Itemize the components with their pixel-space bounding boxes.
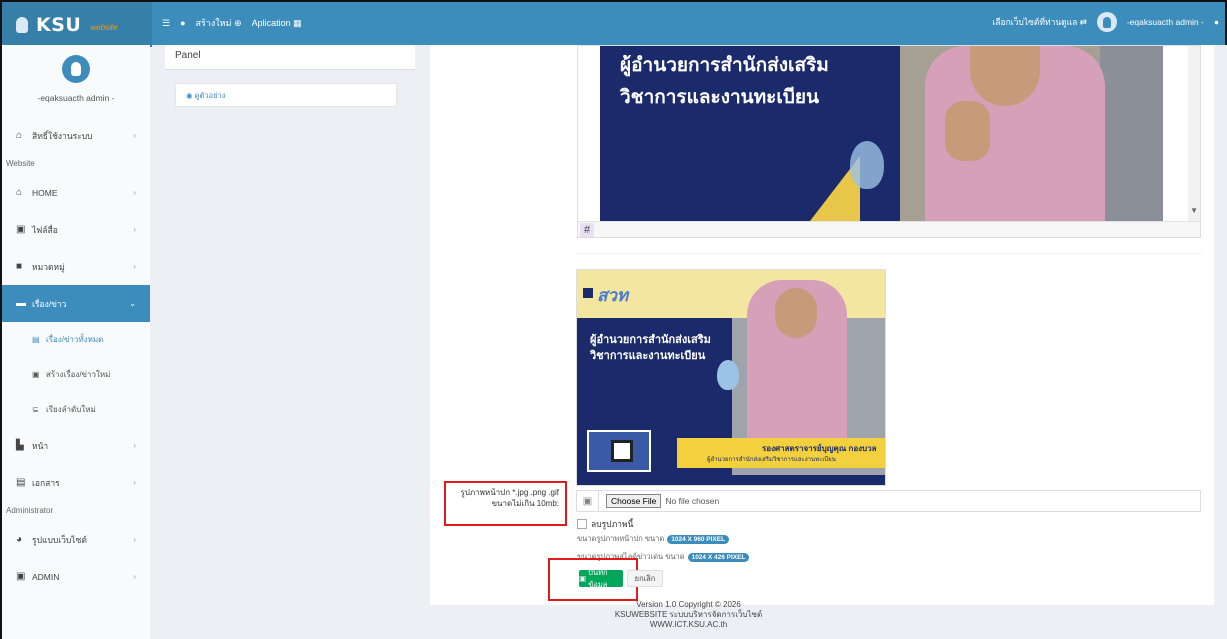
list-icon: ▤ <box>32 335 40 344</box>
sidebar-subitem-reorder[interactable]: ⊆ เรียงลำดับใหม่ <box>2 392 150 427</box>
divider <box>577 253 1201 254</box>
cover-image-label: รูปภาพหน้าปก *.jpg .png .gif ขนาดไม่เกิน… <box>444 481 567 526</box>
scroll-down-icon[interactable]: ▼ <box>1190 206 1198 215</box>
cover-image-preview: สวท ผู้อำนวยการสำนักส่งเสริม วิชาการและง… <box>576 269 886 486</box>
document-icon: ▤ <box>16 477 26 488</box>
settings-icon[interactable]: ● <box>1214 17 1219 27</box>
panel-title: Panel <box>175 50 201 61</box>
droplet-logo <box>717 360 739 390</box>
droplet-logo <box>850 141 884 189</box>
cover-size-hint: ขนาดรูปภาพหน้าปก ขนาด 1024 X 960 PIXEL <box>577 533 730 545</box>
user-menu[interactable]: -eqaksuacth admin - <box>1127 17 1204 27</box>
save-button[interactable]: ▣ บันทึกข้อมูล <box>579 568 623 589</box>
preview-link[interactable]: ◉ ดูตัวอย่าง <box>175 83 397 107</box>
chevron-right-icon: › <box>133 131 136 140</box>
logo-subtext: website <box>90 23 118 32</box>
image-icon: ▣ <box>16 224 26 235</box>
panel-header: Panel <box>165 45 415 70</box>
sidebar-item-pages[interactable]: ▙ หน้า › <box>2 427 150 464</box>
editor-scrollbar[interactable]: ▼ <box>1188 46 1200 224</box>
cancel-button[interactable]: ยกเลิก <box>627 570 663 587</box>
top-menu: ☰ ● สร้างใหม่ ⊕ Aplication ▦ <box>162 16 302 30</box>
chevron-right-icon: › <box>133 535 136 544</box>
chevron-right-icon: › <box>133 572 136 581</box>
hash-icon[interactable]: # <box>580 223 594 237</box>
editor-banner-image: ผู้อำนวยการสำนักส่งเสริม วิชาการและงานทะ… <box>600 46 1163 221</box>
theme-icon: ◕ <box>16 534 23 545</box>
admin-icon: ▣ <box>16 571 26 582</box>
hamburger-icon[interactable]: ☰ <box>162 18 170 29</box>
chevron-right-icon: › <box>133 441 136 450</box>
banner-title: ผู้อำนวยการสำนักส่งเสริม วิชาการและงานทะ… <box>590 334 711 362</box>
sidebar-subitem-create-news[interactable]: ▣ สร้างเรื่อง/ข่าวใหม่ <box>2 357 150 392</box>
news-icon: ▬ <box>16 298 26 309</box>
new-icon: ● <box>180 18 186 28</box>
user-avatar[interactable] <box>1096 12 1117 32</box>
chevron-right-icon: › <box>133 478 136 487</box>
page-footer: Version 1.0 Copyright © 2026 KSUWEBSITE … <box>150 600 1227 630</box>
avatar <box>62 55 90 83</box>
building-icon <box>583 288 593 298</box>
add-file-icon: ▣ <box>32 370 40 379</box>
qr-code-card <box>587 430 651 472</box>
sidebar-header-administrator: Administrator <box>6 506 54 515</box>
chevron-right-icon: › <box>133 188 136 197</box>
size-badge: 1024 X 960 PIXEL <box>667 534 730 544</box>
sidebar-item-home[interactable]: ⌂ HOME › <box>2 174 150 211</box>
sidebar-subitem-all-news[interactable]: ▤ เรื่อง/ข่าวทั้งหมด <box>2 322 150 357</box>
sidebar-username[interactable]: -eqaksuacth admin - <box>37 93 114 103</box>
user-icon <box>1102 16 1111 28</box>
sidebar: -eqaksuacth admin - ⌂ สิทธิ์ใช้งานระบบ › W… <box>0 45 150 639</box>
ksu-emblem-icon <box>16 16 28 33</box>
sidebar-item-news[interactable]: ▬ เรื่อง/ข่าว ⌄ <box>2 285 150 322</box>
logo-text: KSU <box>36 13 82 36</box>
lock-icon: ⌂ <box>16 130 23 141</box>
top-navbar: KSU website ☰ ● สร้างใหม่ ⊕ Aplication ▦… <box>0 0 1227 47</box>
banner-person-position: ผู้อำนวยการสำนักส่งเสริมวิชาการและงานทะเ… <box>707 457 836 463</box>
sidebar-item-permissions[interactable]: ⌂ สิทธิ์ใช้งานระบบ › <box>2 117 150 154</box>
file-status: No file chosen <box>665 496 720 506</box>
qr-code-icon <box>611 440 633 462</box>
checkbox[interactable] <box>577 519 587 529</box>
size-badge: 1024 X 426 PIXEL <box>687 552 750 562</box>
save-icon: ▣ <box>579 574 587 583</box>
file-input-row: ▣ Choose File No file chosen <box>576 490 1201 512</box>
choose-file-button[interactable]: Choose File <box>606 494 662 508</box>
sidebar-item-theme[interactable]: ◕ รูปแบบเว็บไซต์ › <box>2 521 150 558</box>
sort-icon: ⊆ <box>32 405 39 414</box>
chevron-right-icon: › <box>133 225 136 234</box>
sidebar-item-documents[interactable]: ▤ เอกสาร › <box>2 464 150 501</box>
top-right-menu: เลือกเว็บไซต์ที่ท่านดูแล ⇄ -eqaksuacth a… <box>992 12 1219 32</box>
image-file-icon: ▣ <box>577 491 599 511</box>
aplication-menu[interactable]: Aplication ▦ <box>252 18 302 29</box>
sidebar-item-media[interactable]: ▣ ไฟล์สื่อ › <box>2 211 150 248</box>
chevron-down-icon: ⌄ <box>129 299 136 308</box>
user-icon <box>71 62 81 76</box>
footer-link[interactable]: WWW.ICT.KSU.AC.th <box>150 620 1227 630</box>
main-content: ผู้อำนวยการสำนักส่งเสริม วิชาการและงานทะ… <box>430 45 1214 605</box>
sidebar-header-website: Website <box>6 159 35 168</box>
select-site-menu[interactable]: เลือกเว็บไซต์ที่ท่านดูแล ⇄ <box>992 15 1086 29</box>
banner-title: ผู้อำนวยการสำนักส่งเสริม วิชาการและงานทะ… <box>620 55 829 108</box>
logo[interactable]: KSU website <box>2 2 152 47</box>
create-new-menu[interactable]: สร้างใหม่ ⊕ <box>196 16 242 30</box>
delete-image-checkbox[interactable]: ลบรูปภาพนี้ <box>577 517 633 531</box>
eye-icon: ◉ <box>186 91 193 100</box>
editor-statusbar: # <box>578 221 1200 237</box>
page-icon: ▙ <box>16 440 24 451</box>
chevron-right-icon: › <box>133 262 136 271</box>
home-icon: ⌂ <box>16 187 23 198</box>
sidebar-item-admin[interactable]: ▣ ADMIN › <box>2 558 150 595</box>
category-icon: ■ <box>16 261 23 272</box>
rich-text-editor[interactable]: ผู้อำนวยการสำนักส่งเสริม วิชาการและงานทะ… <box>577 45 1201 238</box>
sidebar-item-category[interactable]: ■ หมวดหมู่ › <box>2 248 150 285</box>
banner-logo: สวท <box>597 286 629 305</box>
